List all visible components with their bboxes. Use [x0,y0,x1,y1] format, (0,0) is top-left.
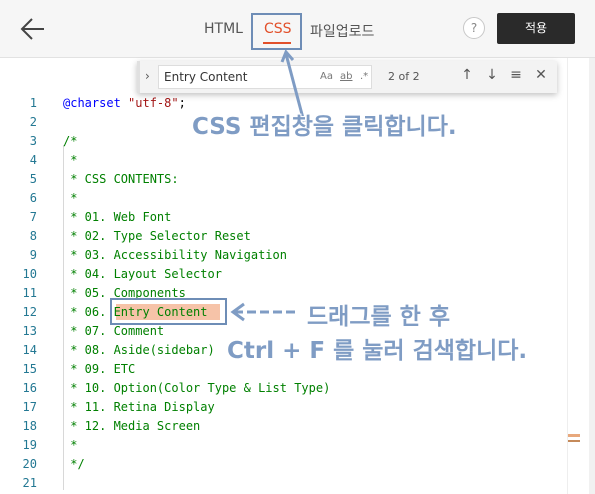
next-match-arrow-down-icon[interactable]: ↓ [484,67,500,83]
scrollbar-cursor-marker [568,440,580,442]
drag-selection-box [110,298,227,325]
code-line[interactable]: * 12. Media Screen [63,419,200,433]
overview-ruler [589,58,595,494]
find-in-selection-icon[interactable]: ≡ [508,67,524,83]
close-find-icon[interactable]: ✕ [533,67,549,83]
code-line[interactable]: * 08. Aside(sidebar) [63,343,215,357]
back-arrow-icon[interactable] [20,16,46,42]
toggle-replace-chevron-icon[interactable]: › [145,69,150,83]
code-line[interactable]: * 02. Type Selector Reset [63,229,251,243]
tab-html[interactable]: HTML [204,21,243,37]
line-number: 5 [29,172,37,186]
scrollbar-match-marker [568,434,580,437]
annotation-drag: 드래그를 한 후 [307,304,450,330]
help-button[interactable]: ? [463,17,485,39]
line-number: 2 [29,115,37,129]
code-line[interactable]: * 07. Comment [63,324,164,338]
annotation-click-css: CSS 편집창을 클릭합니다. [192,114,457,140]
code-line[interactable]: @charset "utf-8"; [63,96,186,110]
line-number: 16 [22,381,37,395]
line-number: 15 [22,362,37,376]
code-line[interactable]: * 04. Layout Selector [63,267,222,281]
apply-button[interactable]: 적용 [497,13,575,44]
match-count: 2 of 2 [388,70,420,83]
code-line[interactable]: * 10. Option(Color Type & List Type) [63,381,330,395]
line-number: 1 [29,96,37,110]
line-number: 3 [29,134,37,148]
line-number: 12 [22,305,37,319]
line-number: 4 [29,153,37,167]
find-widget: › Entry Content Aa ab .* 2 of 2 ↑ ↓ ≡ ✕ [137,61,557,93]
line-number: 9 [29,248,37,262]
line-number: 7 [29,210,37,224]
tab-file-upload[interactable]: 파일업로드 [310,21,374,41]
line-number-gutter: 1 2 3 4 5 6 7 8 9 10 11 12 13 14 15 16 17 18 19 20 21 [0,58,48,494]
css-tab-highlight-box [251,13,302,50]
line-number: 8 [29,229,37,243]
line-number: 11 [22,286,37,300]
annotation-search: Ctrl + F 를 눌러 검색합니다. [227,338,528,364]
code-line[interactable]: * [63,153,77,167]
previous-match-arrow-up-icon[interactable]: ↑ [459,67,475,83]
regex-option[interactable]: .* [360,71,368,82]
code-line[interactable]: * 11. Retina Display [63,400,215,414]
line-number: 21 [22,476,37,490]
line-number: 6 [29,191,37,205]
line-number: 13 [22,324,37,338]
line-number: 17 [22,400,37,414]
line-number: 19 [22,438,37,452]
code-line[interactable]: * [63,438,77,452]
code-line[interactable]: * 03. Accessibility Navigation [63,248,287,262]
match-case-option[interactable]: Aa [320,71,333,82]
line-number: 14 [22,343,37,357]
code-line[interactable]: */ [63,457,84,471]
whole-word-option[interactable]: ab [340,71,352,82]
editor-scrollbar[interactable] [567,58,581,494]
drag-callout-arrow-icon [230,302,298,322]
code-line[interactable]: * CSS CONTENTS: [63,172,178,186]
line-number: 20 [22,457,37,471]
line-number: 10 [22,267,37,281]
code-line[interactable]: /* [63,134,77,148]
code-line[interactable]: * 01. Web Font [63,210,171,224]
code-line[interactable]: * [63,191,77,205]
code-line[interactable]: * 09. ETC [63,362,135,376]
line-number: 18 [22,419,37,433]
